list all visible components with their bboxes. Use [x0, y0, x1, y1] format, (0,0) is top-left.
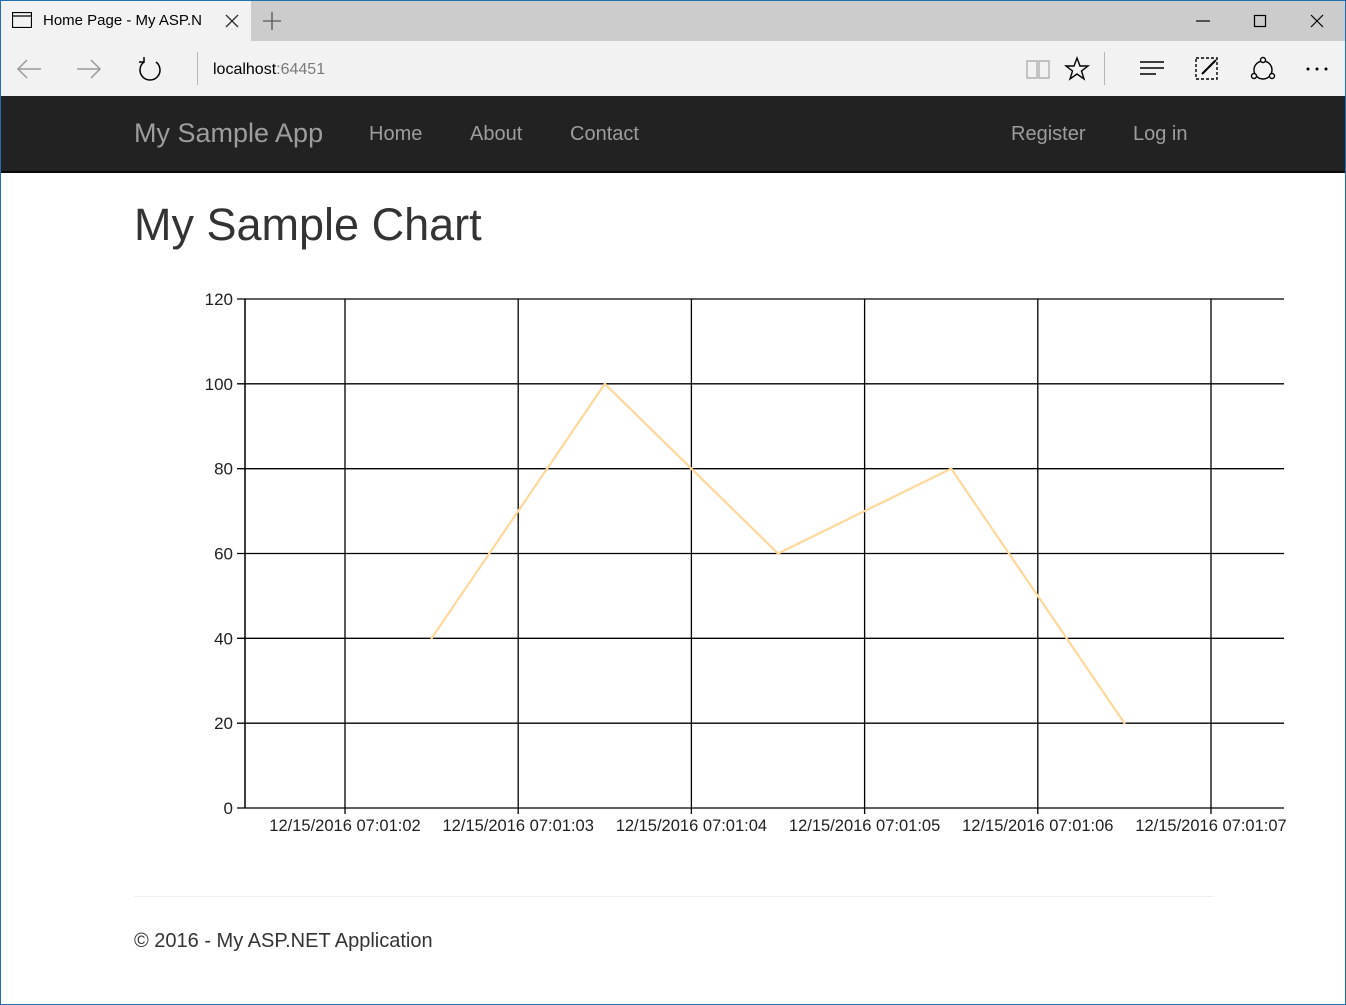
nav-home[interactable]: Home [369, 123, 422, 146]
y-tick-label: 120 [205, 290, 233, 309]
nav-login[interactable]: Log in [1133, 123, 1188, 146]
maximize-button[interactable] [1232, 1, 1288, 41]
ellipsis-icon[interactable] [1303, 54, 1333, 84]
x-tick-label: 12/15/2016 07:01:04 [616, 817, 767, 835]
footer-divider [134, 896, 1214, 897]
refresh-icon[interactable] [135, 55, 165, 83]
data-point [1123, 721, 1126, 725]
new-tab-plus-icon[interactable] [261, 10, 283, 32]
x-tick-label: 12/15/2016 07:01:03 [442, 817, 593, 835]
data-point [603, 382, 606, 386]
site-navbar: My Sample App Home About Contact Registe… [1, 96, 1345, 173]
y-tick-label: 40 [214, 629, 233, 648]
x-tick-label: 12/15/2016 07:01:06 [962, 817, 1113, 835]
nav-register[interactable]: Register [1011, 123, 1085, 146]
y-tick-label: 20 [214, 714, 233, 733]
toolbar-divider [1104, 52, 1105, 85]
nav-about[interactable]: About [470, 123, 522, 146]
page-icon [12, 12, 32, 28]
minimize-icon [1196, 20, 1210, 22]
close-tab-icon[interactable] [223, 12, 241, 30]
forward-arrow-icon[interactable] [74, 55, 104, 83]
address-divider [197, 52, 198, 85]
y-tick-label: 80 [214, 460, 233, 479]
data-point [430, 637, 433, 640]
share-icon[interactable] [1248, 54, 1278, 84]
close-icon [1310, 14, 1324, 28]
hub-icon[interactable] [1137, 54, 1167, 84]
nav-contact[interactable]: Contact [570, 123, 639, 146]
pen-note-icon[interactable] [1192, 54, 1222, 84]
url-port: :64451 [276, 61, 326, 78]
address-bar: localhost:64451 [1, 41, 1345, 96]
y-tick-label: 60 [214, 545, 233, 564]
tab-title: Home Page - My ASP.N [43, 12, 202, 29]
minimize-button[interactable] [1175, 1, 1231, 41]
book-icon[interactable] [1023, 54, 1053, 84]
browser-window: Home Page - My ASP.N localhost:64451 My … [0, 0, 1346, 1005]
close-window-button[interactable] [1289, 1, 1345, 41]
x-tick-label: 12/15/2016 07:01:02 [269, 817, 420, 835]
brand-link[interactable]: My Sample App [134, 118, 323, 149]
y-tick-label: 0 [224, 799, 233, 818]
data-point [776, 552, 780, 555]
tab-bar: Home Page - My ASP.N [1, 1, 1345, 41]
x-tick-label: 12/15/2016 07:01:07 [1135, 817, 1286, 835]
maximize-icon [1253, 14, 1267, 28]
address-input[interactable]: localhost:64451 [213, 61, 325, 79]
page-title: My Sample Chart [134, 199, 482, 250]
url-host: localhost [213, 61, 277, 78]
star-icon[interactable] [1062, 54, 1092, 84]
footer-text: © 2016 - My ASP.NET Application [134, 930, 433, 952]
line-chart: 0 20 40 60 80 100 120 12/15/2016 07:01:02 12/15/… [205, 290, 1287, 835]
x-tick-label: 12/15/2016 07:01:05 [789, 817, 940, 835]
browser-tab[interactable]: Home Page - My ASP.N [1, 1, 251, 41]
y-tick-label: 100 [205, 375, 233, 394]
back-arrow-icon[interactable] [14, 55, 44, 83]
data-point [950, 467, 953, 470]
